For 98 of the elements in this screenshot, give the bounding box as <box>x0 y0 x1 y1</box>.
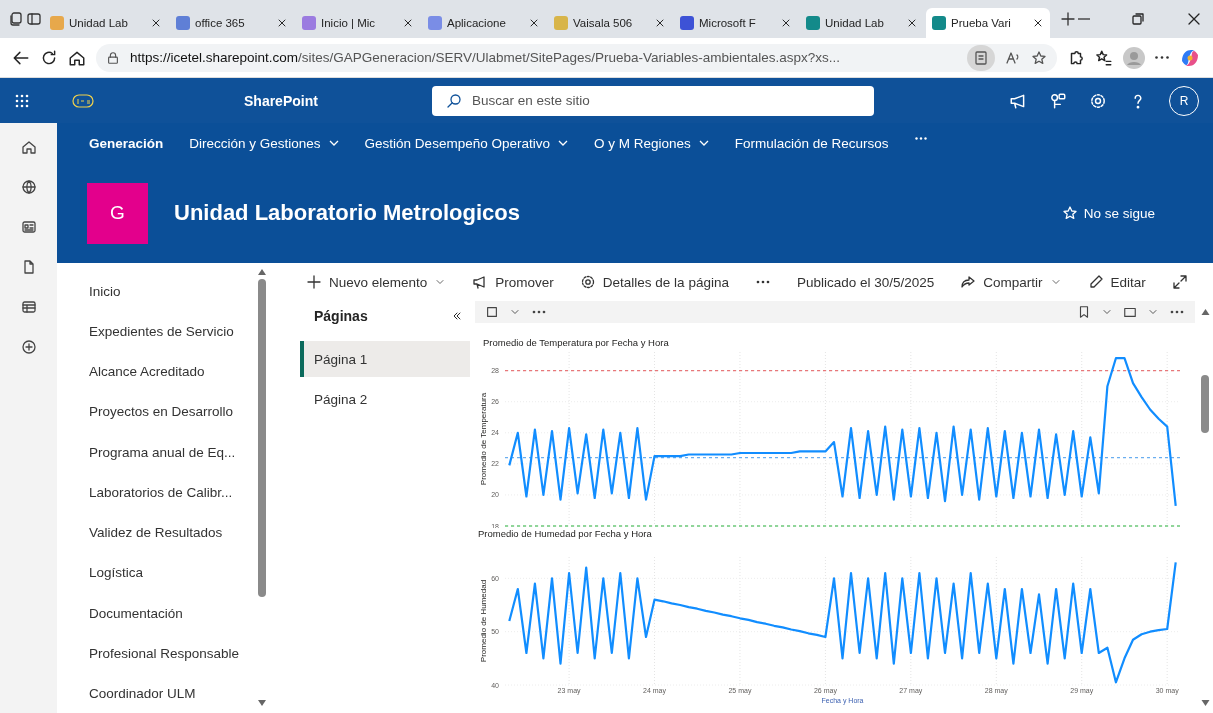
connections-icon <box>1049 91 1067 110</box>
site-icon <box>932 16 946 30</box>
hub-nav-link[interactable]: O y M Regiones <box>593 135 709 151</box>
site-icon <box>50 16 64 30</box>
follow-button[interactable]: No se sigue <box>1055 204 1161 222</box>
more-icon[interactable] <box>914 136 927 140</box>
axis-title: Promedio de Humedad <box>479 579 488 663</box>
add-icon <box>20 339 37 355</box>
close-icon <box>906 17 918 29</box>
browser-tab[interactable]: Vaisala 506 <box>548 8 672 38</box>
page-icon <box>485 305 499 319</box>
browser-tab[interactable]: Unidad Lab <box>44 8 168 38</box>
nav-link[interactable]: Laboratorios de Calibr... <box>89 472 257 513</box>
search-field[interactable]: Buscar en este sitio <box>432 85 874 116</box>
site-icon <box>428 16 442 30</box>
address-bar[interactable]: https://icetel.sharepoint.com/sites/GAPGeneracion/SERV/Ulabmet/SitePages/Prueba-Variables-ambientales.aspx?xs... <box>96 43 1057 72</box>
bookmark-icon <box>1077 305 1091 319</box>
settings-icon <box>1089 91 1107 110</box>
nav-link[interactable]: Alcance Acreditado <box>89 351 257 392</box>
collapse-icon <box>451 310 463 322</box>
list-icon <box>20 299 37 315</box>
nav-link[interactable]: Documentación <box>89 593 257 634</box>
close-icon <box>276 17 288 29</box>
close-icon <box>780 17 792 29</box>
star-icon <box>1031 49 1047 66</box>
browser-tab[interactable]: Prueba Vari <box>926 8 1050 38</box>
site-icon <box>680 16 694 30</box>
site-icon <box>806 16 820 30</box>
pencil-icon <box>1087 274 1104 290</box>
command-button[interactable]: Editar <box>1087 274 1146 290</box>
close-icon <box>1032 17 1044 29</box>
plus-icon <box>306 274 322 290</box>
hub-nav-link[interactable]: Generación <box>89 135 164 151</box>
panel-title: Páginas <box>314 308 368 324</box>
scroll-down-icon[interactable] <box>1200 700 1210 706</box>
tab-actions-icon <box>8 11 24 27</box>
more-icon[interactable] <box>1155 56 1169 59</box>
nav-link[interactable]: Proyectos en Desarrollo <box>89 391 257 433</box>
site-icon <box>554 16 568 30</box>
scroll-up-icon[interactable] <box>257 269 266 275</box>
app-launcher-icon <box>14 92 30 109</box>
nav-link[interactable]: Logística <box>89 552 257 594</box>
close-icon <box>654 17 666 29</box>
search-icon <box>446 92 462 109</box>
hub-nav-link[interactable]: Dirección y Gestiones <box>189 135 339 151</box>
browser-tab[interactable]: Microsoft F <box>674 8 798 38</box>
app-name[interactable]: SharePoint <box>244 92 434 109</box>
home-icon <box>20 139 37 155</box>
restore-icon <box>1130 11 1146 27</box>
share-icon <box>960 274 977 290</box>
scroll-down-icon[interactable] <box>257 700 266 706</box>
site-icon <box>302 16 316 30</box>
hub-nav-link[interactable]: Formulación de Recursos <box>734 135 889 151</box>
close-icon <box>528 17 540 29</box>
chart-title: Promedio de Humedad por Fecha y Hora <box>477 528 653 539</box>
nav-link[interactable]: Profesional Responsable <box>89 633 257 674</box>
vertical-tabs-icon <box>26 11 42 27</box>
site-logo: G <box>87 182 148 244</box>
nav-link[interactable]: Coordinador ULM <box>89 673 257 713</box>
close-icon <box>150 17 162 29</box>
nav-link[interactable]: Inicio <box>89 271 257 312</box>
new-tab-icon <box>1060 11 1076 27</box>
nav-link[interactable]: Validez de Resultados <box>89 512 257 553</box>
gear-icon <box>579 274 596 290</box>
axis-title: Promedio de Temperatura <box>479 392 488 486</box>
view-icon <box>1123 305 1137 319</box>
favorites-icon <box>1095 48 1113 67</box>
site-icon <box>176 16 190 30</box>
browser-tab[interactable]: office 365 <box>170 8 294 38</box>
nav-link[interactable]: Programa anual de Eq... <box>89 432 257 473</box>
scrollbar-thumb[interactable] <box>257 279 266 597</box>
nav-link[interactable]: Expedientes de Servicio <box>89 311 257 352</box>
browser-tab[interactable]: Unidad Lab <box>800 8 924 38</box>
hub-nav-link[interactable]: Gestión Desempeño Operativo <box>364 135 568 151</box>
command-button[interactable]: Detalles de la página <box>579 274 729 290</box>
command-button[interactable]: Promover <box>472 274 554 290</box>
star-icon <box>1061 205 1078 221</box>
refresh-icon <box>40 48 58 67</box>
command-button[interactable]: Compartir <box>960 274 1062 290</box>
browser-tab[interactable]: Inicio | Mic <box>296 8 420 38</box>
news-icon <box>20 219 37 235</box>
profile-icon[interactable] <box>1123 46 1145 69</box>
lock-icon <box>106 50 120 65</box>
reader-icon <box>973 49 989 66</box>
close-icon <box>402 17 414 29</box>
close-icon <box>1186 11 1202 27</box>
page-tab[interactable]: Página 2 <box>300 381 470 417</box>
expand-icon <box>1171 274 1188 290</box>
globe-icon <box>20 179 37 195</box>
scrollbar-thumb[interactable] <box>1201 375 1209 433</box>
company-logo-icon <box>72 93 94 108</box>
page-tab[interactable]: Página 1 <box>300 341 470 377</box>
chart-title: Promedio de Temperatura por Fecha y Hora <box>482 337 670 348</box>
browser-tab[interactable]: Aplicacione <box>422 8 546 38</box>
scroll-up-icon[interactable] <box>1200 309 1210 315</box>
site-title: Unidad Laboratorio Metrologicos <box>174 200 520 226</box>
command-button[interactable]: Nuevo elemento <box>306 274 447 290</box>
published-date: Publicado el 30/5/2025 <box>796 274 935 290</box>
